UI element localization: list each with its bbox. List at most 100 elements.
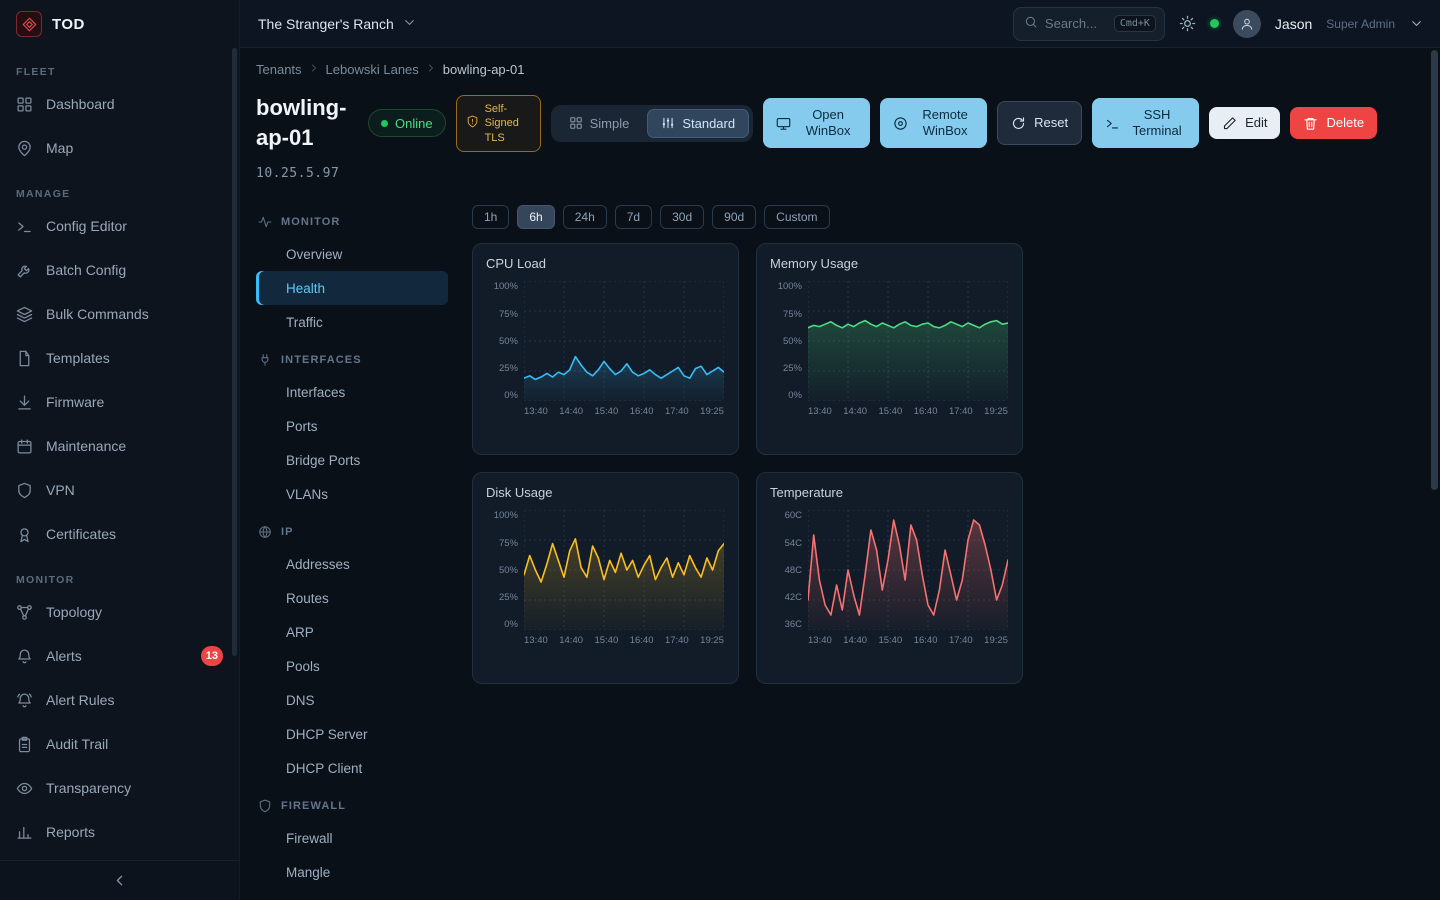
sidebar-item-templates[interactable]: Templates [0,336,239,380]
subnav-item-ports[interactable]: Ports [256,409,448,443]
subnav-item-bridge-ports[interactable]: Bridge Ports [256,443,448,477]
subnav-item-dns[interactable]: DNS [256,683,448,717]
time-range-6h[interactable]: 6h [517,205,554,229]
mode-option-simple[interactable]: Simple [555,109,644,138]
sidebar-item-alerts[interactable]: Alerts13 [0,634,239,678]
sidebar-item-batch-config[interactable]: Batch Config [0,248,239,292]
sidebar-item-maintenance[interactable]: Maintenance [0,424,239,468]
subnav-item-overview[interactable]: Overview [256,237,448,271]
sidebar-item-label: Templates [46,350,110,366]
main-scrollbar[interactable] [1431,50,1438,490]
tenant-selector[interactable]: The Stranger's Ranch [258,15,417,33]
subnav-item-addresses[interactable]: Addresses [256,547,448,581]
subnav-item-health[interactable]: Health [256,271,448,305]
sidebar-item-certificates[interactable]: Certificates [0,512,239,556]
pencil-icon [1222,116,1237,131]
subnav-item-addr-lists[interactable]: Addr Lists [256,889,448,900]
plot-area [524,281,724,401]
time-range-7d[interactable]: 7d [615,205,652,229]
chevron-left-icon [111,872,128,889]
device-subnav: MONITOROverviewHealthTraffic INTERFACESIn… [256,201,448,900]
time-range-1h[interactable]: 1h [472,205,509,229]
grid-icon [569,116,583,130]
subnav-group-interfaces: INTERFACES [256,345,448,375]
search-shortcut: Cmd+K [1114,15,1156,32]
time-range-30d[interactable]: 30d [660,205,704,229]
chevron-right-icon [425,62,437,74]
x-tick-label: 19:25 [984,406,1008,417]
user-role: Super Admin [1326,17,1395,31]
breadcrumb-lebowski-lanes[interactable]: Lebowski Lanes [326,62,419,77]
x-tick-label: 16:40 [630,406,654,417]
shield-alert-icon [466,115,479,128]
time-range-90d[interactable]: 90d [712,205,756,229]
search-input[interactable]: Search... Cmd+K [1013,7,1165,41]
x-tick-label: 15:40 [878,635,902,646]
chart-card-temperature: Temperature60C54C48C42C36C13:4014:4015:4… [756,472,1023,684]
sidebar-item-vpn[interactable]: VPN [0,468,239,512]
app-logo-icon [16,11,42,37]
status-badge: Online [368,109,446,137]
time-range-custom[interactable]: Custom [764,205,829,229]
x-tick-label: 17:40 [949,635,973,646]
chevron-down-icon [402,15,417,30]
topbar-right: Search... Cmd+K Jason Super Admin [1013,7,1424,41]
sidebar-item-bulk-commands[interactable]: Bulk Commands [0,292,239,336]
y-tick-label: 36C [785,619,802,630]
subnav-item-vlans[interactable]: VLANs [256,477,448,511]
x-axis: 13:4014:4015:4016:4017:4019:25 [808,406,1008,417]
remote-winbox-button[interactable]: Remote WinBox [880,98,987,148]
chart-plot [808,281,1008,401]
sidebar-scrollbar[interactable] [232,48,237,656]
subnav-item-mangle[interactable]: Mangle [256,855,448,889]
y-tick-label: 48C [785,565,802,576]
theme-toggle-button[interactable] [1179,15,1196,32]
subnav-item-arp[interactable]: ARP [256,615,448,649]
x-tick-label: 19:25 [700,635,724,646]
avatar[interactable] [1233,10,1261,38]
sidebar-collapse-button[interactable] [0,860,239,900]
mode-option-label: Simple [590,116,630,131]
terminal-icon [1105,116,1120,131]
subnav-item-firewall[interactable]: Firewall [256,821,448,855]
clipboard-icon [16,736,33,753]
user-menu-button[interactable] [1409,16,1424,31]
x-tick-label: 15:40 [594,406,618,417]
mode-option-standard[interactable]: Standard [647,109,749,138]
button-label: Edit [1245,115,1267,132]
subnav-group-monitor: MONITOR [256,207,448,237]
sidebar-item-topology[interactable]: Topology [0,590,239,634]
sidebar-item-audit-trail[interactable]: Audit Trail [0,722,239,766]
delete-button[interactable]: Delete [1290,107,1377,139]
subnav-item-interfaces[interactable]: Interfaces [256,375,448,409]
shield-icon [258,799,272,813]
sidebar-item-map[interactable]: Map [0,126,239,170]
time-range-24h[interactable]: 24h [563,205,607,229]
breadcrumb-tenants[interactable]: Tenants [256,62,302,77]
connection-status-dot [1210,19,1219,28]
sidebar-item-config-editor[interactable]: Config Editor [0,204,239,248]
sidebar-item-dashboard[interactable]: Dashboard [0,82,239,126]
reset-button[interactable]: Reset [997,101,1082,145]
sidebar-item-firmware[interactable]: Firmware [0,380,239,424]
sidebar-item-label: Map [46,140,73,156]
edit-button[interactable]: Edit [1209,107,1280,139]
sidebar-item-transparency[interactable]: Transparency [0,766,239,810]
open-winbox-button[interactable]: Open WinBox [763,98,870,148]
ssh-terminal-button[interactable]: SSH Terminal [1092,98,1199,148]
x-tick-label: 15:40 [878,406,902,417]
y-tick-label: 75% [499,309,518,320]
chart-card-cpu-load: CPU Load100%75%50%25%0%13:4014:4015:4016… [472,243,739,455]
subnav-item-dhcp-client[interactable]: DHCP Client [256,751,448,785]
tls-warning-badge: Self-Signed TLS [456,95,541,152]
download-icon [16,394,33,411]
subnav-item-traffic[interactable]: Traffic [256,305,448,339]
subnav-item-dhcp-server[interactable]: DHCP Server [256,717,448,751]
chart-icon [16,824,33,841]
sidebar-item-alert-rules[interactable]: Alert Rules [0,678,239,722]
y-axis: 100%75%50%25%0% [486,510,518,630]
subnav-item-routes[interactable]: Routes [256,581,448,615]
subnav-item-pools[interactable]: Pools [256,649,448,683]
sidebar-item-reports[interactable]: Reports [0,810,239,854]
sidebar-nav: FLEETDashboardMapMANAGEConfig EditorBatc… [0,66,239,854]
